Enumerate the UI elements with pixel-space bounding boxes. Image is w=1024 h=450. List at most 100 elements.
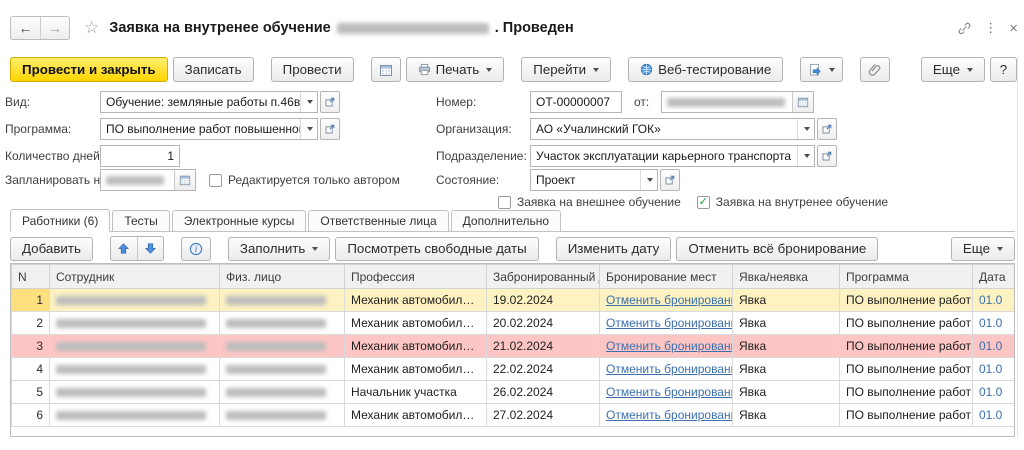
state-select[interactable]: Проект (530, 169, 658, 191)
cancel-booking-link[interactable]: Отменить бронирование (606, 362, 733, 376)
redacted-employee-name (56, 411, 206, 420)
col-header-booked-day[interactable]: Забронированный день (487, 265, 600, 289)
dropdown-button[interactable] (640, 170, 657, 190)
doc-date-input[interactable] (661, 91, 814, 113)
redacted-employee-name (56, 342, 206, 351)
table-row[interactable]: 4 Механик автомобил… 22.02.2024 Отменить… (12, 358, 1015, 381)
web-testing-button[interactable]: Веб-тестирование (628, 57, 783, 82)
move-up-button[interactable] (111, 237, 137, 260)
list-more-button[interactable]: Еще (951, 237, 1015, 261)
post-and-close-button[interactable]: Провести и закрыть (10, 57, 168, 82)
tab-tests[interactable]: Тесты (112, 210, 169, 232)
more-menu-icon[interactable]: ⋮ (984, 20, 997, 36)
get-link-icon[interactable] (957, 21, 972, 36)
main-toolbar: Провести и закрыть Записать Провести Печ… (10, 57, 1017, 82)
col-header-person[interactable]: Физ. лицо (220, 265, 345, 289)
print-button[interactable]: Печать (406, 57, 505, 82)
dropdown-button[interactable] (797, 146, 814, 166)
fill-button[interactable]: Заполнить (228, 237, 330, 261)
tab-additional[interactable]: Дополнительно (451, 210, 561, 232)
program-select[interactable]: ПО выполнение работ повышенной опасности… (100, 118, 318, 140)
help-button[interactable]: ? (990, 57, 1017, 82)
arrow-up-icon (118, 243, 129, 254)
table-row[interactable]: 2 Механик автомобил… 20.02.2024 Отменить… (12, 312, 1015, 335)
cell-program: ПО выполнение работ … (840, 404, 973, 427)
col-header-attendance[interactable]: Явка/неявка (733, 265, 840, 289)
move-down-button[interactable] (137, 237, 163, 260)
col-header-booking[interactable]: Бронирование мест (600, 265, 733, 289)
change-date-button[interactable]: Изменить дату (556, 237, 672, 261)
cell-booked-day: 26.02.2024 (487, 381, 600, 404)
cancel-booking-link[interactable]: Отменить бронирование (606, 385, 733, 399)
field-row-state: Состояние: Проект (436, 169, 680, 191)
dropdown-button[interactable] (797, 119, 814, 139)
tab-responsible[interactable]: Ответственные лица (308, 210, 448, 232)
external-training-checkbox[interactable] (498, 196, 511, 209)
paperclip-icon (868, 63, 882, 77)
goto-button[interactable]: Перейти (521, 57, 611, 82)
cell-profession: Механик автомобил… (345, 312, 487, 335)
cell-attendance: Явка (733, 404, 840, 427)
redacted-person-name (226, 342, 326, 351)
date-picker-button[interactable] (792, 92, 813, 112)
dropdown-button[interactable] (300, 92, 317, 112)
post-button[interactable]: Провести (271, 57, 354, 82)
tab-employees[interactable]: Работники (6) (10, 209, 110, 232)
open-button[interactable] (817, 145, 837, 167)
open-button[interactable] (660, 169, 680, 191)
col-header-profession[interactable]: Профессия (345, 265, 487, 289)
open-button[interactable] (320, 118, 340, 140)
attachments-button[interactable] (860, 57, 890, 82)
col-header-program[interactable]: Программа (840, 265, 973, 289)
add-row-button[interactable]: Добавить (10, 237, 93, 261)
info-button[interactable]: i (181, 237, 211, 261)
table-row[interactable]: 1 Механик автомобил… 19.02.2024 Отменить… (12, 289, 1015, 312)
state-label: Состояние: (436, 173, 530, 187)
cancel-booking-link[interactable]: Отменить бронирование (606, 408, 733, 422)
number-input[interactable]: ОТ-00000007 (530, 91, 622, 113)
col-header-employee[interactable]: Сотрудник (50, 265, 220, 289)
redacted-doc-date (667, 98, 785, 107)
tab-elearning[interactable]: Электронные курсы (172, 210, 307, 232)
table-row[interactable]: 5 Начальник участка 26.02.2024 Отменить … (12, 381, 1015, 404)
table-header-row: N Сотрудник Физ. лицо Профессия Забронир… (12, 265, 1015, 289)
redacted-person-name (226, 365, 326, 374)
open-button[interactable] (320, 91, 340, 113)
dropdown-button[interactable] (300, 119, 317, 139)
open-button[interactable] (817, 118, 837, 140)
favorite-star-icon[interactable]: ☆ (84, 18, 99, 38)
days-input[interactable]: 1 (100, 145, 180, 167)
move-row-buttons (110, 236, 164, 261)
forward-button[interactable]: → (40, 17, 69, 39)
cancel-booking-link[interactable]: Отменить бронирование (606, 339, 733, 353)
view-free-dates-button[interactable]: Посмотреть свободные даты (335, 237, 538, 261)
department-select[interactable]: Участок эксплуатации карьерного транспор… (530, 145, 815, 167)
author-only-checkbox[interactable] (209, 174, 222, 187)
table-row[interactable]: 3 Механик автомобил… 21.02.2024 Отменить… (12, 335, 1015, 358)
col-header-date[interactable]: Дата (973, 265, 1015, 289)
cancel-all-booking-button[interactable]: Отменить всё бронирование (676, 237, 878, 261)
kind-select[interactable]: Обучение: земляные работы п.46в П.2464. (100, 91, 318, 113)
cancel-booking-link[interactable]: Отменить бронирование (606, 316, 733, 330)
cell-person (220, 335, 345, 358)
chevron-down-icon (647, 178, 653, 182)
close-icon[interactable]: × (1009, 20, 1018, 37)
col-header-n[interactable]: N (12, 265, 50, 289)
save-button[interactable]: Записать (173, 57, 254, 82)
back-button[interactable]: ← (11, 17, 40, 39)
date-picker-button[interactable] (174, 170, 195, 190)
from-label: от: (634, 95, 649, 109)
organization-select[interactable]: АО «Учалинский ГОК» (530, 118, 815, 140)
cancel-booking-link[interactable]: Отменить бронирование (606, 293, 733, 307)
more-button[interactable]: Еще (921, 57, 985, 82)
tab-label: Электронные курсы (184, 214, 295, 228)
open-item-icon (822, 151, 832, 161)
cell-date: 01.0 (973, 335, 1015, 358)
table-row[interactable]: 6 Механик автомобил… 27.02.2024 Отменить… (12, 404, 1015, 427)
info-icon: i (189, 242, 203, 256)
forward-arrow-icon: → (48, 20, 62, 36)
web-publish-button[interactable] (800, 57, 843, 82)
calendar-button[interactable] (371, 57, 401, 82)
internal-training-checkbox[interactable]: ✓ (697, 196, 710, 209)
planned-date-input[interactable] (100, 169, 196, 191)
